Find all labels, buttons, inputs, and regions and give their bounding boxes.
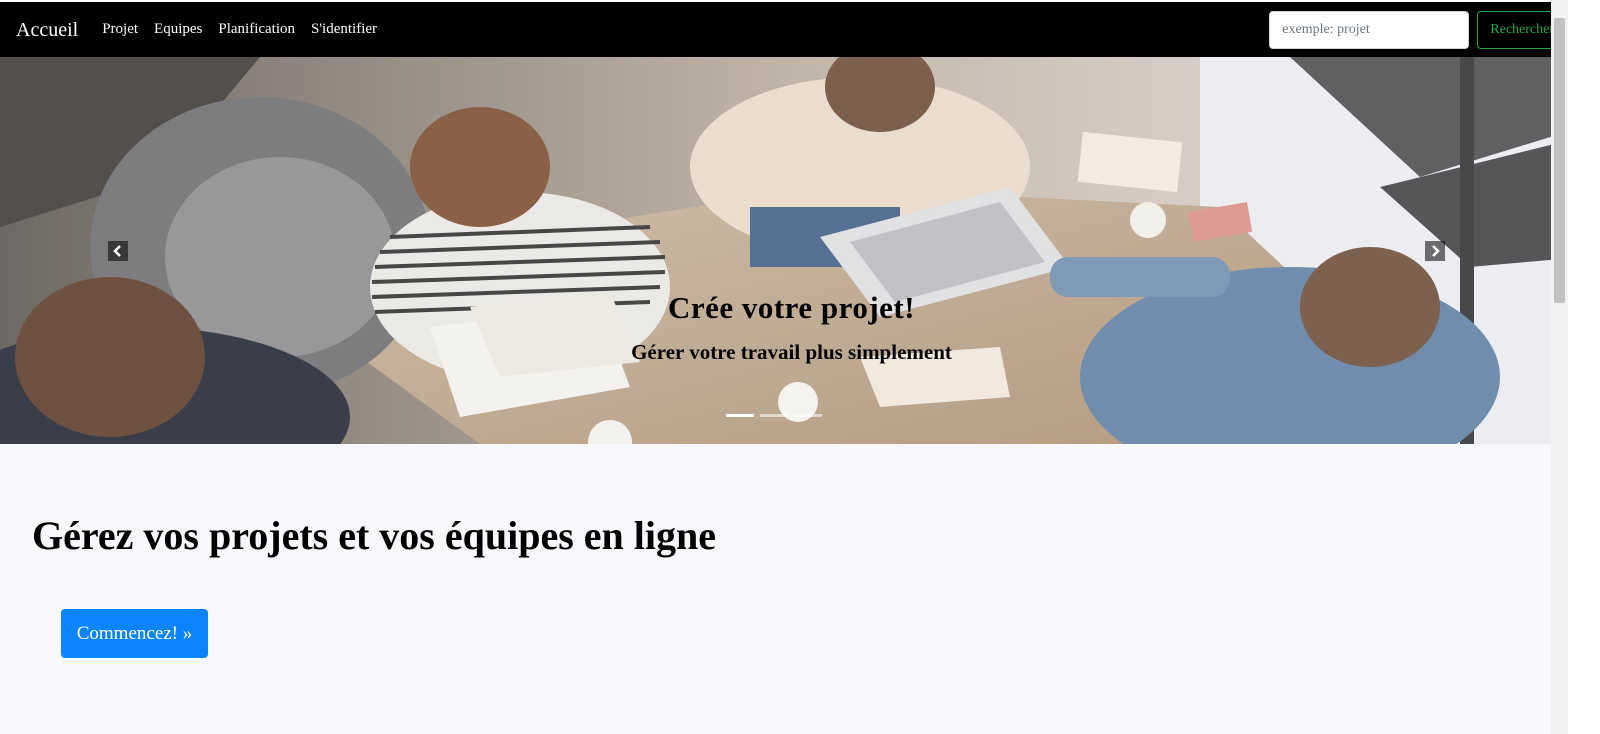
page-headline: Gérez vos projets et vos équipes en lign… <box>32 513 717 558</box>
get-started-button[interactable]: Commencez! » <box>61 609 208 658</box>
navbar-brand-link[interactable]: Accueil <box>16 20 78 40</box>
search-form: Rechercher <box>1269 10 1567 49</box>
carousel-indicator-3[interactable] <box>794 414 822 417</box>
carousel-prev-control[interactable] <box>108 241 128 261</box>
hero-carousel: Crée votre projet! Gérer votre travail p… <box>0 57 1583 444</box>
carousel-caption-subtitle: Gérer votre travail plus simplement <box>631 340 952 364</box>
vertical-scrollbar[interactable] <box>1551 0 1568 734</box>
carousel-indicators <box>726 414 822 417</box>
carousel-caption-title: Crée votre projet! <box>667 290 916 325</box>
chevron-left-icon <box>113 245 121 257</box>
carousel-indicator-1[interactable] <box>726 414 754 417</box>
carousel-slide-image <box>0 57 1583 444</box>
nav-link-equipes[interactable]: Equipes <box>154 21 202 38</box>
carousel-indicator-2[interactable] <box>760 414 788 417</box>
window-edge <box>1568 0 1600 734</box>
nav-link-planification[interactable]: Planification <box>218 21 295 38</box>
scrollbar-thumb[interactable] <box>1554 18 1565 303</box>
jumbotron: Gérez vos projets et vos équipes en lign… <box>0 444 1551 734</box>
carousel-next-control[interactable] <box>1425 241 1445 261</box>
chevron-right-icon <box>1432 245 1440 257</box>
nav-link-sidentifier[interactable]: S'identifier <box>311 21 377 38</box>
nav-links: Projet Equipes Planification S'identifie… <box>102 21 377 38</box>
nav-link-projet[interactable]: Projet <box>102 21 138 38</box>
page: Accueil Projet Equipes Planification S'i… <box>0 0 1600 734</box>
search-input[interactable] <box>1269 10 1470 49</box>
navbar: Accueil Projet Equipes Planification S'i… <box>0 2 1583 57</box>
